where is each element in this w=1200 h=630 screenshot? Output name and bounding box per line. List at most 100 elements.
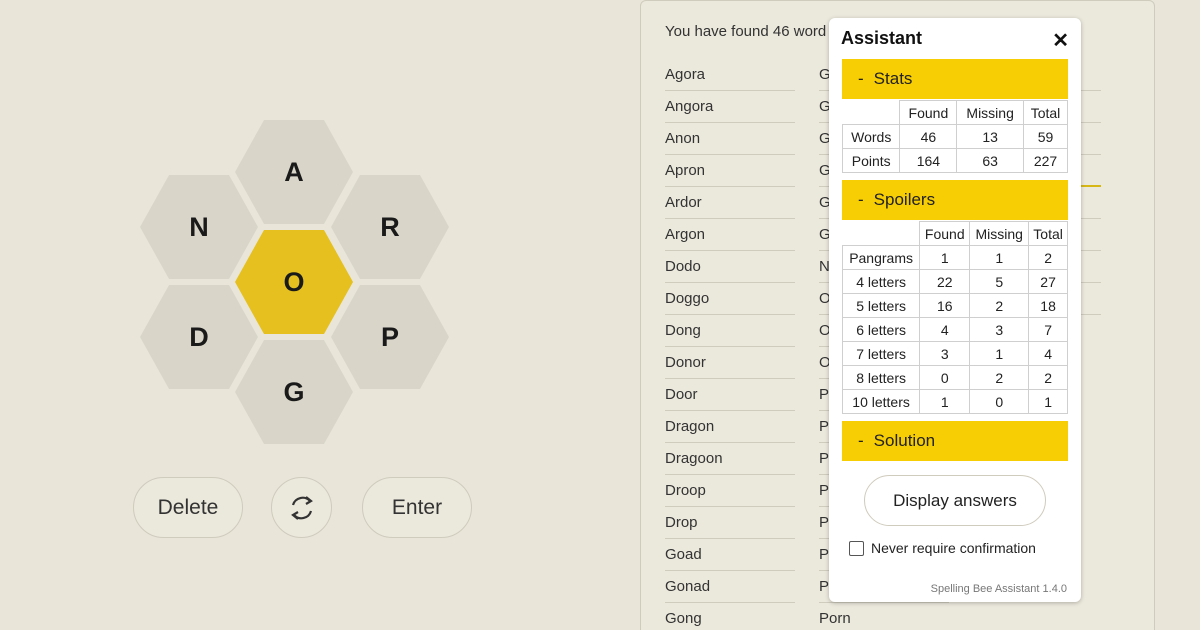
column-header: Found	[919, 221, 971, 246]
cell-total: 4	[1028, 341, 1068, 366]
shuffle-icon	[290, 495, 313, 520]
column-header: Total	[1023, 100, 1068, 125]
collapse-icon: -	[858, 190, 864, 209]
never-confirm-label: Never require confirmation	[871, 540, 1036, 556]
cell-total: 2	[1028, 245, 1068, 270]
hex-letter: G	[283, 376, 305, 407]
list-item: Door	[665, 379, 795, 411]
cell-total: 27	[1028, 269, 1068, 294]
hex-bottom[interactable]: G	[235, 340, 353, 444]
table-row: 6 letters 4 3 7	[841, 317, 1068, 342]
hex-letter: P	[380, 321, 399, 352]
cell-found: 46	[899, 124, 958, 149]
list-divider	[1081, 187, 1101, 219]
cell-missing: 13	[956, 124, 1024, 149]
cell-missing: 1	[969, 341, 1030, 366]
hive: A N R O D P G Delete Enter	[0, 0, 600, 630]
list-divider	[1081, 283, 1101, 315]
stats-section-toggle[interactable]: - Stats	[842, 59, 1068, 99]
row-label: Pangrams	[841, 245, 921, 270]
cell-found: 22	[919, 269, 971, 294]
hex-letter: D	[189, 321, 209, 352]
row-label: Words	[841, 124, 901, 149]
cell-found: 16	[919, 293, 971, 318]
table-row: Pangrams 1 1 2	[841, 245, 1068, 270]
cell-found: 1	[919, 245, 971, 270]
list-item: Donor	[665, 347, 795, 379]
hex-letter: N	[189, 211, 209, 242]
found-count-text: You have found 46 word	[665, 23, 827, 40]
enter-button[interactable]: Enter	[362, 477, 472, 538]
cell-found: 3	[919, 341, 971, 366]
cell-missing: 3	[969, 317, 1030, 342]
column-header: Total	[1028, 221, 1068, 246]
cell-total: 59	[1023, 124, 1068, 149]
stats-table: Found Missing Total Words 46 13 59 Point…	[841, 100, 1068, 173]
list-item: Gong	[665, 603, 795, 630]
cell-missing: 2	[969, 365, 1030, 390]
list-item: Dragon	[665, 411, 795, 443]
cell-total: 227	[1023, 148, 1068, 173]
cell-missing: 0	[969, 389, 1030, 414]
stats-label: Stats	[873, 69, 913, 88]
list-item: Argon	[665, 219, 795, 251]
collapse-icon: -	[858, 431, 864, 450]
list-item: Dragoon	[665, 443, 795, 475]
list-item: Angora	[665, 91, 795, 123]
list-item: Apron	[665, 155, 795, 187]
display-answers-button[interactable]: Display answers	[864, 475, 1046, 526]
cell-missing: 63	[956, 148, 1024, 173]
list-divider	[1081, 91, 1101, 123]
table-row: Words 46 13 59	[841, 124, 1068, 149]
word-column-3-edge	[1081, 59, 1101, 315]
table-row: 4 letters 22 5 27	[841, 269, 1068, 294]
list-item: Dong	[665, 315, 795, 347]
list-item: Agora	[665, 59, 795, 91]
table-corner	[842, 100, 901, 125]
hex-letter: O	[283, 266, 305, 297]
row-label: 8 letters	[841, 365, 921, 390]
cell-total: 7	[1028, 317, 1068, 342]
close-icon[interactable]: ✕	[1052, 28, 1069, 53]
column-header: Missing	[956, 100, 1024, 125]
cell-missing: 2	[969, 293, 1030, 318]
table-row: Points 164 63 227	[841, 148, 1068, 173]
cell-total: 18	[1028, 293, 1068, 318]
list-divider	[1081, 123, 1101, 155]
hex-letter: R	[380, 211, 400, 242]
list-item: Droop	[665, 475, 795, 507]
list-item: Doggo	[665, 283, 795, 315]
spoilers-label: Spoilers	[873, 190, 936, 209]
table-row: 10 letters 1 0 1	[841, 389, 1068, 414]
assistant-panel: Assistant ✕ - Stats Found Missing Total …	[829, 18, 1081, 602]
list-item: Goad	[665, 539, 795, 571]
row-label: 7 letters	[841, 341, 921, 366]
list-item: Ardor	[665, 187, 795, 219]
cell-found: 0	[919, 365, 971, 390]
word-column-1: Agora Angora Anon Apron Ardor Argon Dodo Doggo D…	[665, 59, 795, 630]
row-label: 6 letters	[841, 317, 921, 342]
delete-button[interactable]: Delete	[133, 477, 243, 538]
table-row: 5 letters 16 2 18	[841, 293, 1068, 318]
hex-letter: A	[284, 156, 304, 187]
column-header: Missing	[969, 221, 1030, 246]
shuffle-button[interactable]	[271, 477, 332, 538]
version-text: Spelling Bee Assistant 1.4.0	[930, 583, 1067, 595]
list-divider	[1081, 251, 1101, 283]
list-item: Porn	[819, 603, 949, 630]
solution-section-toggle[interactable]: - Solution	[842, 421, 1068, 461]
never-confirm-checkbox[interactable]	[849, 540, 864, 556]
cell-found: 4	[919, 317, 971, 342]
column-header: Found	[899, 100, 958, 125]
row-label: 4 letters	[841, 269, 921, 294]
cell-found: 164	[899, 148, 958, 173]
cell-total: 1	[1028, 389, 1068, 414]
table-row: 7 letters 3 1 4	[841, 341, 1068, 366]
list-divider	[1081, 59, 1101, 91]
table-corner	[842, 221, 921, 246]
row-label: 5 letters	[841, 293, 921, 318]
table-row: 8 letters 0 2 2	[841, 365, 1068, 390]
solution-label: Solution	[873, 431, 936, 450]
list-divider	[1081, 155, 1101, 187]
spoilers-section-toggle[interactable]: - Spoilers	[842, 180, 1068, 220]
